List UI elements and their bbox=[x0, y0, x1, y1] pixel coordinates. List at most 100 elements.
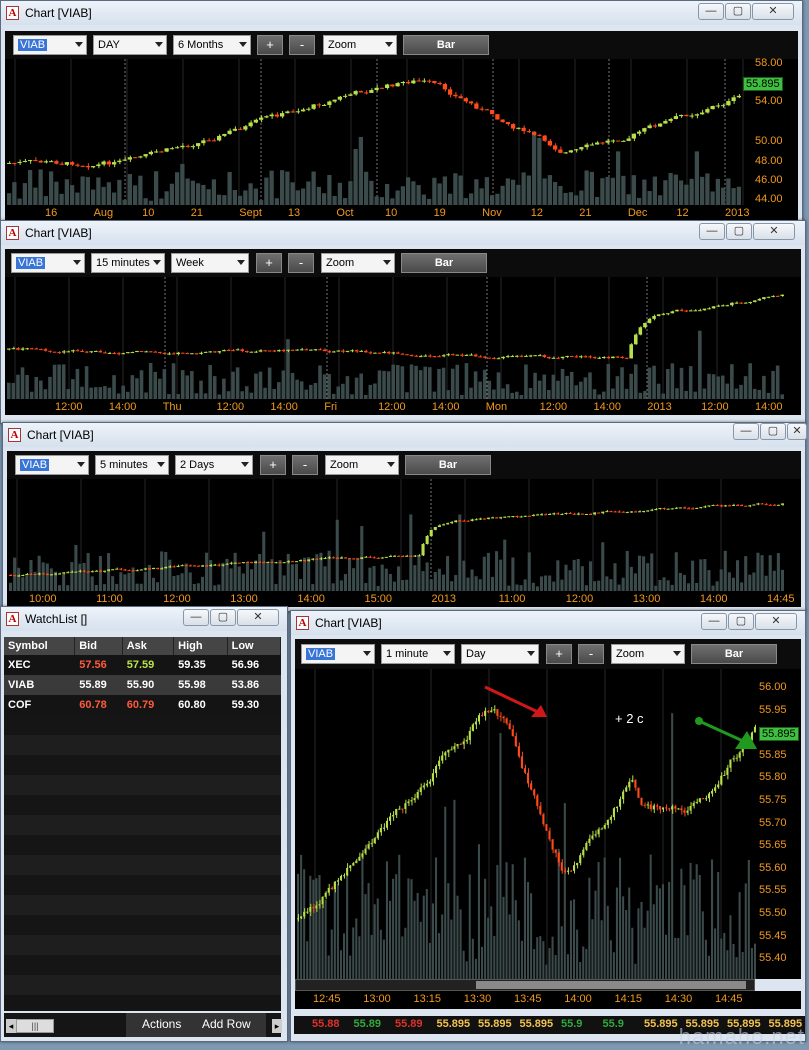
volume-bar bbox=[666, 580, 670, 591]
interval-select[interactable]: 15 minutes bbox=[91, 253, 165, 273]
zoom-out-button[interactable]: - bbox=[578, 644, 604, 664]
range-select[interactable]: 6 Months bbox=[173, 35, 251, 55]
volume-bar bbox=[595, 197, 600, 205]
candle-body bbox=[515, 516, 519, 518]
zoom-select[interactable]: Zoom bbox=[323, 35, 397, 55]
volume-bar bbox=[196, 183, 201, 205]
volume-bar bbox=[423, 366, 428, 399]
range-select[interactable]: Week bbox=[171, 253, 249, 273]
volume-bar bbox=[670, 363, 675, 399]
volume-bar bbox=[388, 573, 392, 591]
close-button[interactable]: ✕ bbox=[787, 423, 807, 440]
symbol-select[interactable]: VIAB bbox=[13, 35, 87, 55]
zoom-select[interactable]: Zoom bbox=[611, 644, 685, 664]
chart-style-button[interactable]: Bar bbox=[401, 253, 487, 273]
zoom-out-button[interactable]: - bbox=[288, 253, 314, 273]
price-plot[interactable] bbox=[7, 479, 801, 591]
candle-body bbox=[39, 349, 43, 351]
close-button[interactable]: ✕ bbox=[753, 223, 795, 240]
maximize-button[interactable]: ▢ bbox=[210, 609, 236, 626]
zoom-in-button[interactable]: + bbox=[260, 455, 286, 475]
volume-bar bbox=[175, 172, 180, 205]
volume-bar bbox=[298, 578, 303, 591]
volume-bar bbox=[254, 373, 258, 399]
column-header-low[interactable]: Low bbox=[228, 637, 282, 655]
interval-select[interactable]: 5 minutes bbox=[95, 455, 169, 475]
close-button[interactable]: ✕ bbox=[755, 613, 797, 630]
minimize-button[interactable]: — bbox=[701, 613, 727, 630]
candle-body bbox=[222, 133, 227, 136]
volume-bar bbox=[52, 364, 57, 399]
add-row-button[interactable]: Add Row bbox=[202, 1017, 251, 1031]
volume-bar bbox=[364, 583, 368, 591]
candle-body bbox=[558, 149, 563, 153]
maximize-button[interactable]: ▢ bbox=[728, 613, 754, 630]
zoom-out-button[interactable]: - bbox=[292, 455, 318, 475]
minimize-button[interactable]: — bbox=[698, 3, 724, 20]
column-header-bid[interactable]: Bid bbox=[75, 637, 123, 655]
close-button[interactable]: ✕ bbox=[752, 3, 794, 20]
candle-body bbox=[373, 838, 376, 844]
zoom-in-button[interactable]: + bbox=[256, 253, 282, 273]
title-bar[interactable]: A Chart [VIAB] — ▢ ✕ bbox=[3, 423, 807, 447]
volume-bar bbox=[17, 567, 21, 591]
range-select[interactable]: 2 Days bbox=[175, 455, 253, 475]
title-bar[interactable]: A WatchList [] — ▢ ✕ bbox=[1, 607, 287, 631]
title-bar[interactable]: A Chart [VIAB] — ▢ ✕ bbox=[1, 221, 805, 245]
volume-bar bbox=[337, 182, 342, 205]
price-plot[interactable] bbox=[5, 277, 801, 399]
candle-body bbox=[169, 148, 174, 150]
volume-bar bbox=[589, 171, 594, 205]
zoom-in-button[interactable]: + bbox=[257, 35, 283, 55]
minimize-button[interactable]: — bbox=[733, 423, 759, 440]
volume-bar bbox=[533, 372, 537, 399]
symbol-select[interactable]: VIAB bbox=[301, 644, 375, 664]
volume-bar bbox=[557, 848, 560, 979]
scrollbar-thumb[interactable] bbox=[476, 981, 746, 989]
chart-style-button[interactable]: Bar bbox=[691, 644, 777, 664]
zoom-out-button[interactable]: - bbox=[289, 35, 315, 55]
price-label: 55.95 bbox=[759, 703, 787, 716]
close-button[interactable]: ✕ bbox=[237, 609, 279, 626]
interval-select[interactable]: 1 minute bbox=[381, 644, 455, 664]
zoom-select[interactable]: Zoom bbox=[325, 455, 399, 475]
title-bar[interactable]: A Chart [VIAB] — ▢ ✕ bbox=[1, 1, 802, 25]
scroll-left-icon[interactable]: ◂ bbox=[6, 1019, 16, 1033]
column-header-ask[interactable]: Ask bbox=[123, 637, 175, 655]
maximize-button[interactable]: ▢ bbox=[726, 223, 752, 240]
candlestick-chart bbox=[297, 669, 757, 979]
minimize-button[interactable]: — bbox=[699, 223, 725, 240]
volume-bar bbox=[188, 572, 192, 591]
candle-body bbox=[503, 516, 507, 518]
candle-body bbox=[753, 726, 756, 733]
column-header-high[interactable]: High bbox=[174, 637, 228, 655]
table-row[interactable]: VIAB 55.89 55.90 55.98 53.86 bbox=[4, 675, 281, 695]
candle-body bbox=[478, 356, 482, 358]
scroll-right-icon[interactable]: ▸ bbox=[272, 1019, 282, 1033]
range-select[interactable]: Day bbox=[461, 644, 539, 664]
volume-bar bbox=[222, 195, 227, 205]
actions-button[interactable]: Actions bbox=[142, 1017, 181, 1031]
chart-scrollbar[interactable] bbox=[295, 979, 755, 991]
table-row[interactable]: XEC 57.56 57.59 59.35 56.96 bbox=[4, 655, 281, 675]
candle-body bbox=[453, 94, 458, 97]
maximize-button[interactable]: ▢ bbox=[725, 3, 751, 20]
price-plot[interactable]: 56.0055.9555.9055.8555.8055.7555.7055.65… bbox=[295, 669, 801, 979]
zoom-select[interactable]: Zoom bbox=[321, 253, 395, 273]
price-plot[interactable]: 58.00 54.00 50.00 48.00 46.00 44.00 55.8… bbox=[5, 57, 798, 205]
chart-style-button[interactable]: Bar bbox=[403, 35, 489, 55]
horizontal-scrollbar[interactable]: ||| bbox=[16, 1019, 54, 1033]
column-header-symbol[interactable]: Symbol bbox=[4, 637, 76, 655]
minimize-button[interactable]: — bbox=[183, 609, 209, 626]
zoom-in-button[interactable]: + bbox=[546, 644, 572, 664]
candle-body bbox=[143, 154, 148, 157]
table-row[interactable]: COF 60.78 60.79 60.80 59.30 bbox=[4, 695, 281, 715]
maximize-button[interactable]: ▢ bbox=[760, 423, 786, 440]
interval-select[interactable]: DAY bbox=[93, 35, 167, 55]
candle-body bbox=[665, 807, 668, 809]
volume-bar bbox=[359, 373, 363, 399]
symbol-select[interactable]: VIAB bbox=[15, 455, 89, 475]
title-bar[interactable]: A Chart [VIAB] — ▢ ✕ bbox=[291, 611, 805, 635]
symbol-select[interactable]: VIAB bbox=[11, 253, 85, 273]
chart-style-button[interactable]: Bar bbox=[405, 455, 491, 475]
